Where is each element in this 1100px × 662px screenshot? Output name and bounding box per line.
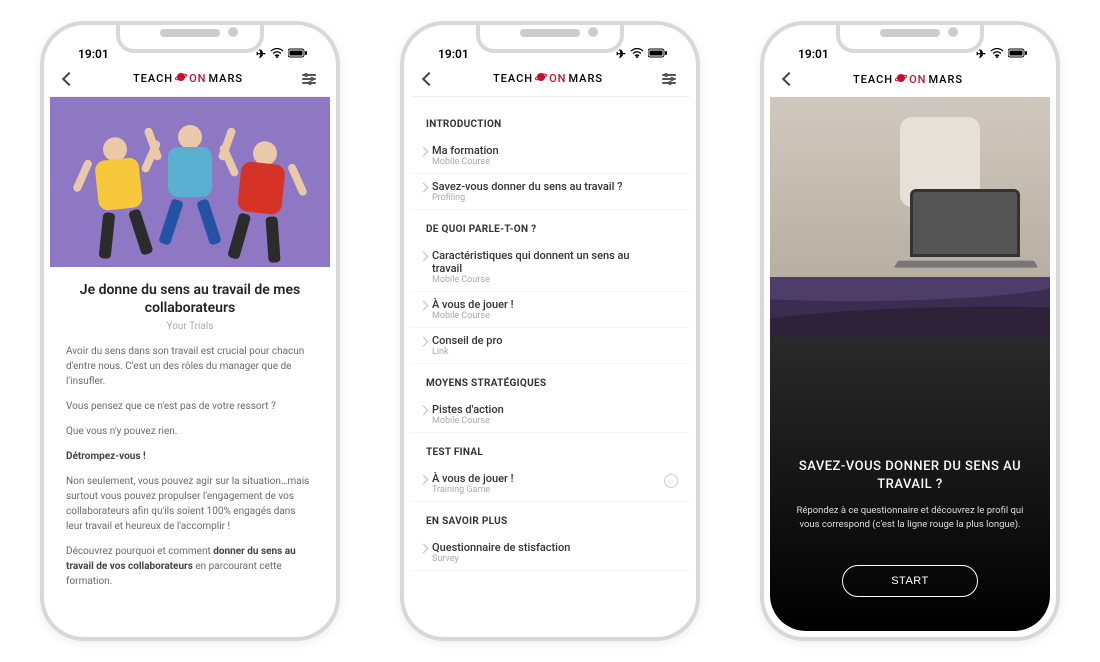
back-button[interactable] (782, 72, 796, 86)
quiz-description: Répondez à ce questionnaire et découvrez… (792, 504, 1028, 531)
app-title: TEACH ON MARS (853, 72, 963, 87)
brand-mid: ON (189, 72, 206, 85)
wifi-icon (630, 47, 644, 61)
app-title: TEACH ON MARS (493, 71, 603, 86)
status-time: 19:01 (438, 47, 469, 61)
list-item-title: À vous de jouer ! (432, 298, 658, 311)
phone-mockup-3: 19:01 ✈ TEACH ON MARS SAVEZ-VOUS DONNER … (760, 21, 1060, 641)
list-item-subtitle: Survey (432, 554, 658, 564)
list-item-subtitle: Training Game (432, 485, 658, 495)
list-item[interactable]: Conseil de proLink (410, 328, 690, 364)
brand-post: MARS (208, 72, 243, 85)
hero-image (50, 97, 330, 267)
status-time: 19:01 (798, 47, 829, 61)
status-icons: ✈ (616, 47, 668, 61)
section-title: TEST FINAL (410, 433, 690, 466)
section-title: MOYENS STRATÉGIQUES (410, 364, 690, 397)
article-content[interactable]: Je donne du sens au travail de mes colla… (50, 97, 330, 631)
list-item-subtitle: Mobile Course (432, 275, 658, 285)
article-paragraph: Avoir du sens dans son travail est cruci… (66, 344, 314, 389)
battery-icon (1008, 47, 1028, 61)
status-icons: ✈ (976, 47, 1028, 61)
back-button[interactable] (62, 71, 76, 85)
planet-icon (175, 71, 187, 86)
brand-mid: ON (549, 72, 566, 85)
nav-bar: TEACH ON MARS (410, 61, 690, 97)
list-item-title: Conseil de pro (432, 334, 658, 347)
list-item-subtitle: Link (432, 347, 658, 357)
article-title: Je donne du sens au travail de mes colla… (66, 281, 314, 317)
airplane-icon: ✈ (616, 47, 626, 61)
section-title: INTRODUCTION (410, 105, 690, 138)
article-paragraph: Découvrez pourquoi et comment donner du … (66, 544, 314, 589)
nav-bar: TEACH ON MARS (50, 61, 330, 97)
article-subtitle: Your Trials (66, 321, 314, 332)
list-item-title: Questionnaire de stisfaction (432, 541, 658, 554)
list-item-subtitle: Profiling (432, 193, 658, 203)
phone-mockup-2: 19:01 ✈ TEACH ON MARS INTRODUCTIONMa for… (400, 21, 700, 641)
settings-icon[interactable] (662, 74, 676, 84)
list-item-subtitle: Mobile Course (432, 311, 658, 321)
quiz-hero-image (770, 97, 1050, 277)
list-item[interactable]: Pistes d'actionMobile Course (410, 397, 690, 433)
section-title: EN SAVOIR PLUS (410, 502, 690, 535)
list-item[interactable]: Questionnaire de stisfactionSurvey (410, 535, 690, 571)
list-item-title: Caractéristiques qui donnent un sens au … (432, 249, 658, 275)
list-item[interactable]: À vous de jouer !Mobile Course (410, 292, 690, 328)
brand-post: MARS (928, 73, 963, 86)
wifi-icon (990, 47, 1004, 61)
status-time: 19:01 (78, 47, 109, 61)
list-item[interactable]: Ma formationMobile Course (410, 138, 690, 174)
list-item-subtitle: Mobile Course (432, 416, 658, 426)
article-paragraph: Non seulement, vous pouvez agir sur la s… (66, 474, 314, 534)
settings-icon[interactable] (302, 74, 316, 84)
phone-mockup-1: 19:01 ✈ TEACH ON MARS (40, 21, 340, 641)
quiz-screen: SAVEZ-VOUS DONNER DU SENS AU TRAVAIL ? R… (770, 97, 1050, 631)
brand-post: MARS (568, 72, 603, 85)
list-item-title: Pistes d'action (432, 403, 658, 416)
list-item[interactable]: À vous de jouer !Training Game ☆ (410, 466, 690, 502)
wave-divider (770, 277, 1050, 337)
wifi-icon (270, 47, 284, 61)
article-paragraph: Détrompez-vous ! (66, 449, 314, 464)
list-item-title: À vous de jouer ! (432, 472, 658, 485)
list-item-subtitle: Mobile Course (432, 157, 658, 167)
airplane-icon: ✈ (976, 47, 986, 61)
airplane-icon: ✈ (256, 47, 266, 61)
planet-icon (535, 71, 547, 86)
battery-icon (288, 47, 308, 61)
start-button[interactable]: START (842, 565, 978, 597)
article-paragraph: Que vous n'y pouvez rien. (66, 424, 314, 439)
brand-pre: TEACH (853, 73, 893, 86)
course-sections[interactable]: INTRODUCTIONMa formationMobile CourseSav… (410, 97, 690, 631)
list-item-title: Savez-vous donner du sens au travail ? (432, 180, 658, 193)
battery-icon (648, 47, 668, 61)
brand-mid: ON (909, 73, 926, 86)
brand-pre: TEACH (133, 72, 173, 85)
brand-pre: TEACH (493, 72, 533, 85)
list-item[interactable]: Savez-vous donner du sens au travail ?Pr… (410, 174, 690, 210)
quiz-title: SAVEZ-VOUS DONNER DU SENS AU TRAVAIL ? (792, 458, 1028, 494)
list-item[interactable]: Caractéristiques qui donnent un sens au … (410, 243, 690, 292)
back-button[interactable] (422, 71, 436, 85)
planet-icon (895, 72, 907, 87)
nav-bar: TEACH ON MARS (770, 61, 1050, 97)
list-item-title: Ma formation (432, 144, 658, 157)
status-icons: ✈ (256, 47, 308, 61)
section-title: DE QUOI PARLE-T-ON ? (410, 210, 690, 243)
star-icon: ☆ (664, 474, 678, 488)
app-title: TEACH ON MARS (133, 71, 243, 86)
article-paragraph: Vous pensez que ce n'est pas de votre re… (66, 399, 314, 414)
